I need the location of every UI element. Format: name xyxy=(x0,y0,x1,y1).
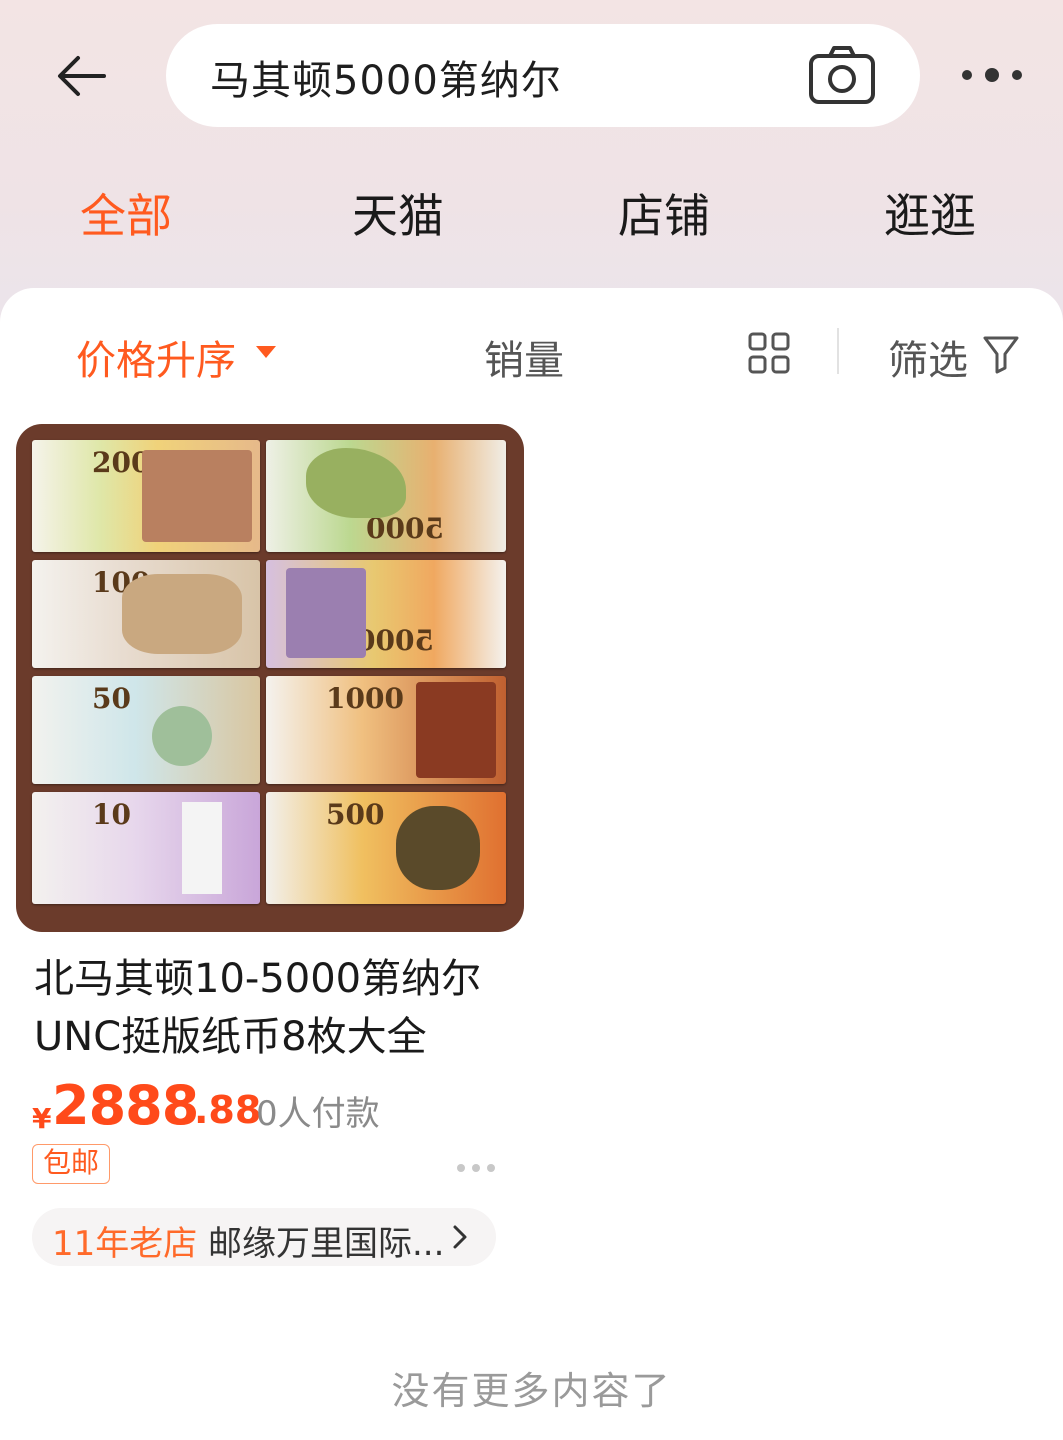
tab-shops[interactable]: 店铺 xyxy=(618,180,710,246)
sort-price-ascending[interactable]: 价格升序 xyxy=(76,328,236,386)
divider xyxy=(837,328,839,374)
buyer-count: 0人付款 xyxy=(256,1094,380,1134)
banknote-number: 10 xyxy=(92,798,131,831)
more-dots-icon xyxy=(962,68,1022,82)
sort-bar: 价格升序 销量 筛选 xyxy=(0,288,1063,418)
free-shipping-badge: 包邮 xyxy=(32,1144,111,1184)
results-panel: 价格升序 销量 筛选 200 100 50 10 5000 5000 1000 … xyxy=(0,288,1063,1440)
banknote-5000-front: 5000 xyxy=(266,560,506,668)
filter-funnel-icon[interactable] xyxy=(982,334,1020,374)
grid-view-icon[interactable] xyxy=(748,332,790,374)
camera-icon[interactable] xyxy=(808,44,876,106)
banknote-number: 50 xyxy=(92,682,131,715)
tab-all[interactable]: 全部 xyxy=(80,180,172,246)
tab-bar: 全部 天猫 店铺 逛逛 xyxy=(0,180,1063,260)
tab-tmall[interactable]: 天猫 xyxy=(352,180,444,246)
banknote-1000: 1000 xyxy=(266,676,506,784)
banknote-100: 100 xyxy=(32,560,260,668)
caret-down-icon xyxy=(256,346,276,358)
shop-name: 邮缘万里国际... xyxy=(208,1224,445,1264)
product-title[interactable]: 北马其顿10-5000第纳尔UNC挺版纸币8枚大全 xyxy=(16,950,524,1066)
chevron-right-icon xyxy=(450,1224,470,1250)
banknote-200: 200 xyxy=(32,440,260,552)
price-decimal: .88 xyxy=(194,1088,262,1132)
banknote-number: 5000 xyxy=(356,624,434,657)
product-card[interactable]: 200 100 50 10 5000 5000 1000 500 北马其顿10-… xyxy=(16,424,524,1194)
banknote-number: 1000 xyxy=(326,682,404,715)
more-options-button[interactable] xyxy=(958,58,1026,92)
shop-link[interactable]: 11年老店 邮缘万里国际... xyxy=(32,1208,496,1266)
banknote-number: 500 xyxy=(326,798,385,831)
banknote-10: 10 xyxy=(32,792,260,904)
tag-row: 包邮 xyxy=(16,1138,524,1194)
filter-button[interactable]: 筛选 xyxy=(888,328,968,386)
product-image[interactable]: 200 100 50 10 5000 5000 1000 500 xyxy=(16,424,524,932)
more-dots-icon[interactable] xyxy=(456,1158,496,1172)
price-integer: 2888 xyxy=(52,1074,199,1137)
shop-age-badge: 11年老店 xyxy=(52,1224,198,1264)
back-arrow-icon xyxy=(58,56,106,96)
banknote-50: 50 xyxy=(32,676,260,784)
back-button[interactable] xyxy=(48,48,112,104)
sort-sales[interactable]: 销量 xyxy=(484,328,564,386)
end-of-results-text: 没有更多内容了 xyxy=(391,1369,672,1413)
price-row: ¥ 2888 .88 0人付款 xyxy=(16,1072,524,1138)
currency-symbol: ¥ xyxy=(32,1102,52,1135)
tab-browse[interactable]: 逛逛 xyxy=(884,180,976,246)
banknote-500: 500 xyxy=(266,792,506,904)
search-input[interactable]: 马其顿5000第纳尔 xyxy=(210,48,562,106)
banknote-5000-back: 5000 xyxy=(266,440,506,552)
search-bar[interactable]: 马其顿5000第纳尔 xyxy=(166,24,920,127)
